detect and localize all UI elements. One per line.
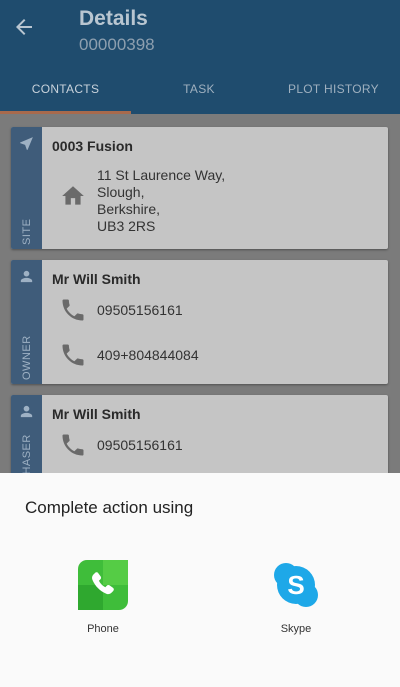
- card-type-strip: OWNER: [11, 260, 42, 384]
- card-type-strip: SITE: [11, 127, 42, 249]
- site-card[interactable]: SITE 0003 Fusion 11 St Laurence Way, Slo…: [11, 127, 388, 249]
- person-icon: [20, 270, 33, 283]
- sheet-title: Complete action using: [25, 498, 194, 517]
- tab-bar: CONTACTS TASK PLOT HISTORY: [0, 70, 400, 114]
- tab-label: PLOT HISTORY: [288, 82, 379, 96]
- address-line: Berkshire,: [97, 201, 161, 217]
- address-line: Slough,: [97, 184, 145, 200]
- owner-card[interactable]: OWNER Mr Will Smith 09505156161 409+8048…: [11, 260, 388, 384]
- svg-text:S: S: [287, 570, 304, 600]
- tab-plot-history[interactable]: PLOT HISTORY: [267, 70, 400, 114]
- person-icon: [20, 405, 33, 418]
- phone-icon: [62, 344, 84, 366]
- card-type-strip: CHASER: [11, 395, 42, 473]
- phone-row[interactable]: 409+804844084: [59, 341, 199, 369]
- owner-name: Mr Will Smith: [52, 271, 141, 287]
- address-line: 11 St Laurence Way,: [97, 167, 226, 183]
- record-id: 00000398: [79, 35, 155, 54]
- phone-app-option[interactable]: Phone: [63, 560, 143, 635]
- card-type-label: CHASER: [21, 434, 33, 473]
- site-name: 0003 Fusion: [52, 138, 133, 154]
- chaser-name: Mr Will Smith: [52, 406, 141, 422]
- skype-app-icon: S: [274, 563, 318, 607]
- back-arrow-icon[interactable]: [12, 15, 36, 39]
- app-label: Skype: [280, 623, 312, 635]
- phone-number: 09505156161: [97, 302, 183, 318]
- tab-contacts[interactable]: CONTACTS: [0, 70, 131, 114]
- tab-label: CONTACTS: [31, 82, 100, 96]
- phone-row[interactable]: 09505156161: [59, 296, 183, 324]
- card-type-label: SITE: [21, 218, 33, 245]
- complete-action-sheet: Complete action using Phone S Skype: [0, 473, 400, 687]
- phone-app-icon: [78, 560, 128, 610]
- phone-number: 409+804844084: [97, 347, 199, 363]
- tab-label: TASK: [183, 82, 215, 96]
- address-line: UB3 2RS: [97, 218, 156, 234]
- phone-row[interactable]: 09505156161: [59, 431, 183, 459]
- site-address[interactable]: 11 St Laurence Way, Slough, Berkshire, U…: [97, 167, 225, 235]
- phone-number: 09505156161: [97, 437, 183, 453]
- navigation-icon: [20, 137, 33, 150]
- phone-icon: [62, 299, 84, 321]
- app-label: Phone: [87, 623, 119, 635]
- card-type-label: OWNER: [21, 335, 33, 380]
- skype-app-option[interactable]: S Skype: [256, 560, 336, 635]
- home-icon: [62, 186, 84, 205]
- tab-task[interactable]: TASK: [131, 70, 267, 114]
- page-title: Details: [79, 7, 148, 30]
- chaser-card[interactable]: CHASER Mr Will Smith 09505156161: [11, 395, 388, 473]
- phone-icon: [62, 434, 84, 456]
- contacts-list: SITE 0003 Fusion 11 St Laurence Way, Slo…: [0, 114, 400, 473]
- app-bar: Details 00000398 CONTACTS TASK PLOT HIST…: [0, 0, 400, 114]
